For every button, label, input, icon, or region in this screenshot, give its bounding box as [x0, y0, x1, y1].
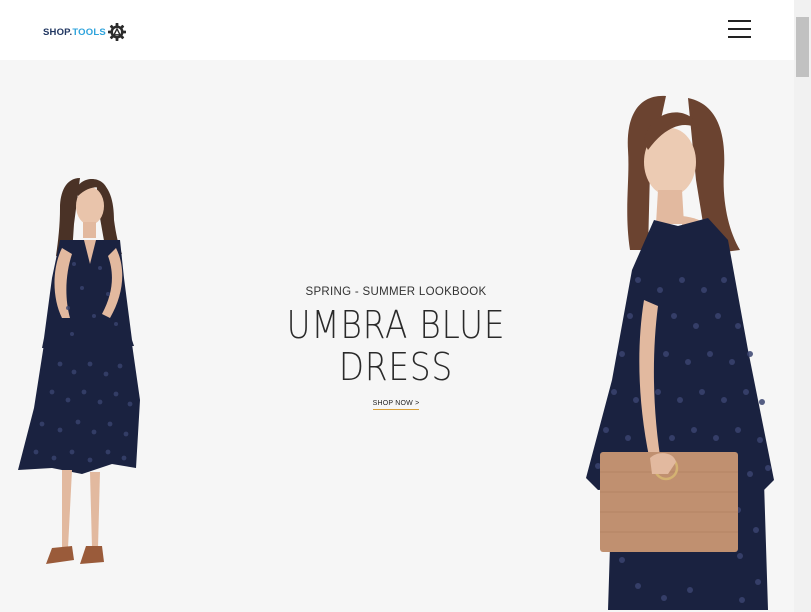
hero-title: UMBRA BLUE DRESS [279, 304, 513, 388]
logo-text-tools: TOOLS [72, 26, 106, 38]
hero-caption: SPRING - SUMMER LOOKBOOK UMBRA BLUE DRES… [260, 286, 532, 410]
scrollbar-thumb[interactable] [796, 17, 809, 77]
model-right-image [586, 95, 774, 610]
hero-slider: SPRING - SUMMER LOOKBOOK UMBRA BLUE DRES… [0, 60, 794, 612]
hero-title-line-1: UMBRA BLUE [286, 303, 506, 347]
shop-now-link[interactable]: SHOP NOW > [372, 400, 420, 410]
model-left-image [18, 178, 140, 564]
hero-subtitle: SPRING - SUMMER LOOKBOOK [305, 286, 487, 298]
hero-title-line-2: DRESS [338, 345, 454, 389]
gear-icon [107, 23, 126, 41]
hamburger-menu-icon[interactable] [728, 20, 751, 38]
site-header: SHOP. TOOLS [0, 0, 794, 60]
page-scrollbar[interactable] [794, 0, 811, 612]
site-logo[interactable]: SHOP. TOOLS [43, 21, 127, 43]
logo-text-shop: SHOP. [43, 26, 73, 38]
